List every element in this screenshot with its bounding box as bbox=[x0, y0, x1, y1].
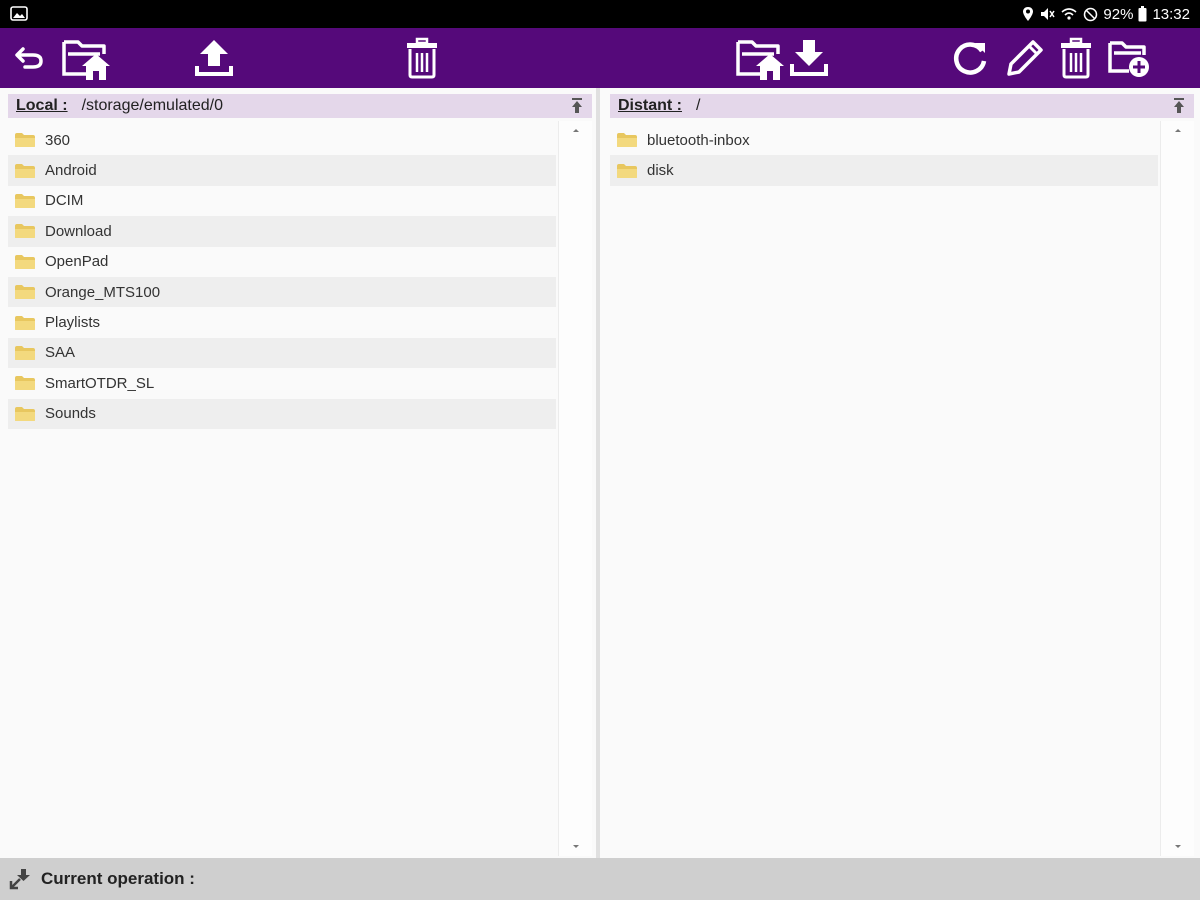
distant-header: Distant : / bbox=[610, 94, 1194, 118]
list-item[interactable]: SmartOTDR_SL bbox=[8, 368, 556, 398]
remote-home-icon[interactable] bbox=[732, 34, 788, 82]
local-path: /storage/emulated/0 bbox=[81, 97, 223, 114]
folder-icon bbox=[15, 406, 35, 421]
folder-icon bbox=[617, 163, 637, 178]
folder-name: Download bbox=[45, 222, 112, 240]
folder-name: Android bbox=[45, 162, 97, 180]
folder-name: Playlists bbox=[45, 314, 101, 332]
local-file-list: 360 Android DCIM Download OpenPad Orange_MTS1… bbox=[8, 125, 556, 429]
gallery-icon bbox=[10, 6, 28, 21]
local-delete-icon[interactable] bbox=[402, 34, 442, 82]
battery-percent: 92% bbox=[1103, 5, 1134, 23]
distant-pane: Distant : / bluetooth-inbox disk bbox=[600, 88, 1200, 858]
folder-name: SmartOTDR_SL bbox=[45, 374, 155, 392]
folder-icon bbox=[15, 254, 35, 269]
list-item[interactable]: disk bbox=[610, 155, 1158, 186]
location-icon bbox=[1022, 6, 1034, 22]
distant-file-list: bluetooth-inbox disk bbox=[610, 125, 1158, 186]
folder-name: 360 bbox=[45, 131, 71, 149]
status-icons: 92% 13:32 bbox=[1022, 4, 1190, 24]
scroll-down-icon[interactable] bbox=[1175, 845, 1181, 848]
folder-name: bluetooth-inbox bbox=[647, 131, 750, 149]
folder-name: OpenPad bbox=[45, 253, 109, 271]
distant-scrollbar[interactable] bbox=[1160, 121, 1194, 856]
download-icon[interactable] bbox=[786, 34, 832, 82]
current-operation-label: Current operation : bbox=[41, 869, 195, 888]
list-item[interactable]: 360 bbox=[8, 125, 556, 155]
upload-icon[interactable] bbox=[190, 34, 238, 82]
pin-icon[interactable] bbox=[570, 97, 584, 115]
scroll-up-icon[interactable] bbox=[573, 129, 579, 132]
list-item[interactable]: Orange_MTS100 bbox=[8, 276, 556, 308]
scroll-up-icon[interactable] bbox=[1175, 129, 1181, 132]
new-folder-icon[interactable] bbox=[1106, 34, 1152, 82]
folder-name: DCIM bbox=[45, 192, 84, 210]
folder-icon bbox=[15, 193, 35, 208]
wifi-calling-icon bbox=[1060, 6, 1078, 22]
folder-name: disk bbox=[647, 162, 674, 180]
folder-icon bbox=[15, 163, 35, 178]
folder-icon bbox=[15, 315, 35, 330]
distant-path: / bbox=[696, 97, 701, 114]
refresh-icon[interactable] bbox=[950, 34, 990, 82]
transfer-icon bbox=[9, 867, 33, 891]
local-home-icon[interactable] bbox=[58, 34, 114, 82]
distant-label: Distant : bbox=[618, 97, 682, 114]
back-icon[interactable] bbox=[10, 34, 50, 82]
remote-delete-icon[interactable] bbox=[1056, 34, 1096, 82]
toolbar bbox=[0, 28, 1200, 88]
mute-icon bbox=[1039, 6, 1056, 22]
list-item[interactable]: OpenPad bbox=[8, 247, 556, 277]
folder-icon bbox=[15, 224, 35, 239]
status-bar: 92% 13:32 bbox=[0, 0, 1200, 28]
battery-icon bbox=[1138, 6, 1147, 22]
pin-icon[interactable] bbox=[1172, 97, 1186, 115]
list-item[interactable]: DCIM bbox=[8, 186, 556, 216]
local-header: Local : /storage/emulated/0 bbox=[8, 94, 592, 118]
status-footer: Current operation : bbox=[0, 858, 1200, 900]
local-label: Local : bbox=[16, 97, 68, 114]
folder-icon bbox=[15, 376, 35, 391]
list-item[interactable]: Download bbox=[8, 216, 556, 247]
folder-name: SAA bbox=[45, 344, 76, 362]
folder-icon bbox=[15, 285, 35, 300]
rename-icon[interactable] bbox=[1002, 34, 1048, 82]
clock: 13:32 bbox=[1152, 5, 1190, 23]
folder-icon bbox=[15, 133, 35, 148]
list-item[interactable]: SAA bbox=[8, 337, 556, 369]
alarm-icon bbox=[1083, 7, 1098, 22]
local-pane: Local : /storage/emulated/0 360 Android DC… bbox=[0, 88, 596, 858]
list-item[interactable]: Android bbox=[8, 155, 556, 186]
folder-icon bbox=[15, 345, 35, 360]
list-item[interactable]: Playlists bbox=[8, 307, 556, 337]
scroll-down-icon[interactable] bbox=[573, 845, 579, 848]
local-scrollbar[interactable] bbox=[558, 121, 592, 856]
folder-name: Orange_MTS100 bbox=[45, 283, 161, 301]
folder-icon bbox=[617, 133, 637, 148]
list-item[interactable]: bluetooth-inbox bbox=[610, 125, 1158, 155]
folder-name: Sounds bbox=[45, 405, 96, 423]
list-item[interactable]: Sounds bbox=[8, 398, 556, 429]
